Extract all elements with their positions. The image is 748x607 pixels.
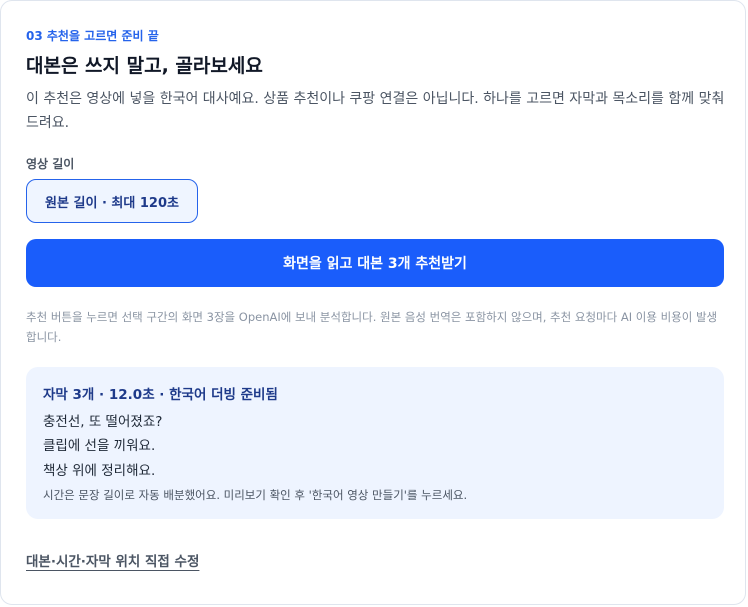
video-length-option-label: 원본 길이 · 최대 120초: [45, 195, 179, 211]
edit-script-link[interactable]: 대본·시간·자막 위치 직접 수정: [26, 550, 199, 570]
subtitle-line: 충전선, 또 떨어졌죠?: [43, 414, 163, 430]
recommend-scripts-button[interactable]: 화면을 읽고 대본 3개 추천받기: [26, 239, 724, 287]
subtitle-line: 클립에 선을 끼워요.: [43, 438, 156, 454]
ai-cost-notice: 추천 버튼을 누르면 선택 구간의 화면 3장을 OpenAI에 보내 분석합니…: [26, 310, 718, 344]
section-title: 대본은 쓰지 말고, 골라보세요: [26, 55, 263, 77]
video-length-option-original[interactable]: 원본 길이 · 최대 120초: [26, 179, 198, 223]
subtitle-line: 책상 위에 정리해요.: [43, 463, 156, 479]
section-description: 이 추천은 영상에 넣을 한국어 대사예요. 상품 추천이나 쿠팡 연결은 아닙…: [26, 91, 725, 131]
script-recommend-card: 03 추천을 고르면 준비 끝 대본은 쓰지 말고, 골라보세요 이 추천은 영…: [0, 0, 746, 605]
dubbing-result-panel: 자막 3개 · 12.0초 · 한국어 더빙 준비됨 충전선, 또 떨어졌죠? …: [26, 367, 724, 519]
step-label: 03 추천을 고르면 준비 끝: [26, 29, 159, 43]
video-length-label: 영상 길이: [26, 157, 75, 171]
dubbing-result-title: 자막 3개 · 12.0초 · 한국어 더빙 준비됨: [43, 387, 278, 403]
recommend-scripts-button-label: 화면을 읽고 대본 3개 추천받기: [283, 256, 467, 272]
dubbing-result-note: 시간은 문장 길이로 자동 배분했어요. 미리보기 확인 후 '한국어 영상 만…: [43, 488, 468, 502]
